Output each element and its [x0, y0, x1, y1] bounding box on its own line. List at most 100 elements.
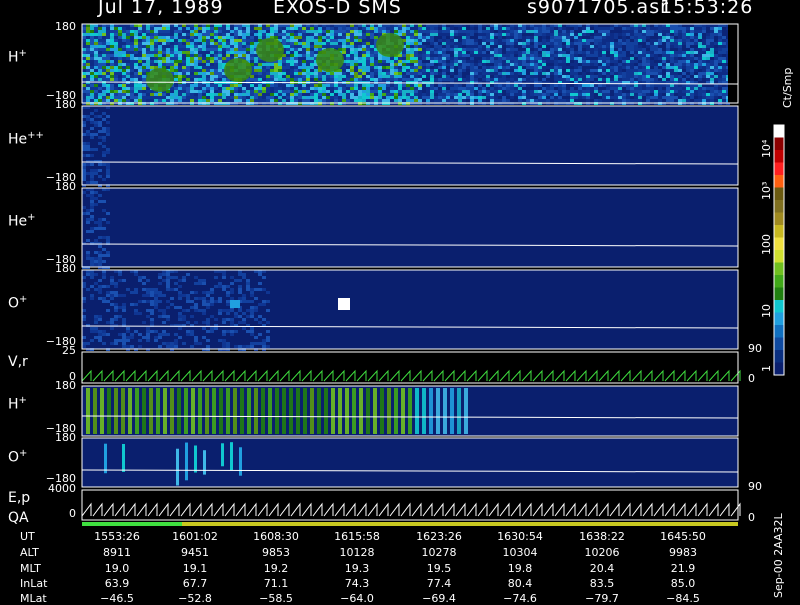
- ytick-p3-top: 180: [40, 180, 76, 193]
- label-o-plus-2: O+: [8, 448, 27, 466]
- o-plus-bright-spot: [338, 298, 350, 310]
- spectrogram-canvas: [0, 0, 800, 600]
- colorbar-step-14: [774, 300, 784, 313]
- row-alt-cell-2: 9853: [241, 546, 311, 559]
- label-o-plus: O+: [8, 294, 27, 312]
- colorbar-step-12: [774, 275, 784, 288]
- h-plus-blob-1: [224, 58, 252, 82]
- colorbar-tick-100: 100: [760, 234, 773, 255]
- colorbar-tick-10: 10: [760, 304, 773, 318]
- row-mlat-cell-1: −52.8: [160, 592, 230, 605]
- row-name-mlat: MLat: [20, 592, 47, 605]
- label-ep: E,p: [8, 490, 30, 506]
- row-mlat-cell-2: −58.5: [241, 592, 311, 605]
- colorbar-step-6: [774, 200, 784, 213]
- colorbar-step-1: [774, 138, 784, 151]
- row-name-ut: UT: [20, 530, 35, 543]
- ytick-p2-top: 180: [40, 98, 76, 111]
- ut-tick-6: 1638:22: [567, 530, 637, 543]
- row-name-inlat: InLat: [20, 577, 47, 590]
- qa-bar-green: [82, 522, 182, 526]
- colorbar-step-2: [774, 150, 784, 163]
- colorbar-step-8: [774, 225, 784, 238]
- row-mlt-cell-0: 19.0: [82, 562, 152, 575]
- colorbar-step-4: [774, 175, 784, 188]
- row-alt-cell-1: 9451: [160, 546, 230, 559]
- row-mlt-cell-3: 19.3: [322, 562, 392, 575]
- label-he-plusplus: He++: [8, 130, 44, 148]
- row-mlt-cell-1: 19.1: [160, 562, 230, 575]
- ytick-p1-top: 180: [40, 20, 76, 33]
- rtick-vr-top: 90: [748, 342, 762, 355]
- h-plus-spectrogram: [82, 24, 730, 105]
- panel-o-plus-2-bg: [82, 438, 738, 487]
- row-mlat-cell-4: −69.4: [404, 592, 474, 605]
- row-mlat-cell-0: −46.5: [82, 592, 152, 605]
- label-qa: QA: [8, 510, 29, 526]
- ut-tick-7: 1645:50: [648, 530, 718, 543]
- row-mlt-cell-2: 19.2: [241, 562, 311, 575]
- colorbar-tick-1e4: 10⁴: [760, 140, 773, 158]
- ut-tick-4: 1623:26: [404, 530, 474, 543]
- ytick-p5-top: 25: [40, 344, 76, 357]
- row-inlat-cell-6: 83.5: [567, 577, 637, 590]
- row-alt-cell-0: 8911: [82, 546, 152, 559]
- row-inlat-cell-3: 74.3: [322, 577, 392, 590]
- row-mlat-cell-7: −84.5: [648, 592, 718, 605]
- row-inlat-cell-4: 77.4: [404, 577, 474, 590]
- colorbar-step-19: [774, 363, 784, 376]
- row-mlt-cell-4: 19.5: [404, 562, 474, 575]
- panel-he-plusplus-bg: [82, 106, 738, 185]
- footer-code: Sep-00 2AA32L: [772, 513, 785, 598]
- colorbar-step-3: [774, 163, 784, 176]
- ut-tick-3: 1615:58: [322, 530, 392, 543]
- h-plus-blob-3: [256, 38, 284, 62]
- row-mlat-cell-5: −74.6: [485, 592, 555, 605]
- colorbar-step-13: [774, 288, 784, 301]
- colorbar-tick-1e3: 10³: [760, 182, 773, 200]
- row-alt-cell-6: 10206: [567, 546, 637, 559]
- colorbar-step-16: [774, 325, 784, 338]
- colorbar-step-5: [774, 188, 784, 201]
- h-plus-gap: [728, 24, 738, 103]
- ut-tick-1: 1601:02: [160, 530, 230, 543]
- row-mlt-cell-6: 20.4: [567, 562, 637, 575]
- label-he-plus: He+: [8, 212, 36, 230]
- rtick-o2-bot: 90: [748, 480, 762, 493]
- colorbar-unit: Ct/Smp: [781, 68, 794, 108]
- h-plus-blob-2: [316, 48, 344, 72]
- colorbar-step-11: [774, 263, 784, 276]
- o-plus-spot-2: [230, 300, 240, 308]
- ytick-p8-bot: 0: [40, 507, 76, 520]
- colorbar-step-15: [774, 313, 784, 326]
- label-vr: V,r: [8, 354, 28, 370]
- row-alt-cell-3: 10128: [322, 546, 392, 559]
- ytick-p7-top: 180: [40, 431, 76, 444]
- ut-tick-0: 1553:26: [82, 530, 152, 543]
- colorbar-step-7: [774, 213, 784, 226]
- row-inlat-cell-5: 80.4: [485, 577, 555, 590]
- label-h-plus: H+: [8, 48, 27, 66]
- h-plus-blob-4: [376, 33, 404, 57]
- rtick-ep-bot: 0: [748, 511, 755, 524]
- qa-bar-yellow: [182, 522, 738, 526]
- label-h-plus-2: H+: [8, 395, 27, 413]
- row-inlat-cell-1: 67.7: [160, 577, 230, 590]
- colorbar-step-17: [774, 338, 784, 351]
- row-mlat-cell-3: −64.0: [322, 592, 392, 605]
- colorbar-step-0: [774, 125, 784, 138]
- ytick-p8-top: 4000: [40, 482, 76, 495]
- h-plus-2-stripes: [86, 388, 468, 434]
- ut-tick-2: 1608:30: [241, 530, 311, 543]
- ytick-p4-top: 180: [40, 262, 76, 275]
- row-inlat-cell-2: 71.1: [241, 577, 311, 590]
- row-alt-cell-7: 9983: [648, 546, 718, 559]
- row-name-mlt: MLT: [20, 562, 41, 575]
- row-alt-cell-5: 10304: [485, 546, 555, 559]
- colorbar-step-9: [774, 238, 784, 251]
- panel-he-plus-bg: [82, 188, 738, 267]
- colorbar-tick-1: 1: [760, 365, 773, 372]
- row-inlat-cell-0: 63.9: [82, 577, 152, 590]
- row-mlt-cell-5: 19.8: [485, 562, 555, 575]
- row-name-alt: ALT: [20, 546, 39, 559]
